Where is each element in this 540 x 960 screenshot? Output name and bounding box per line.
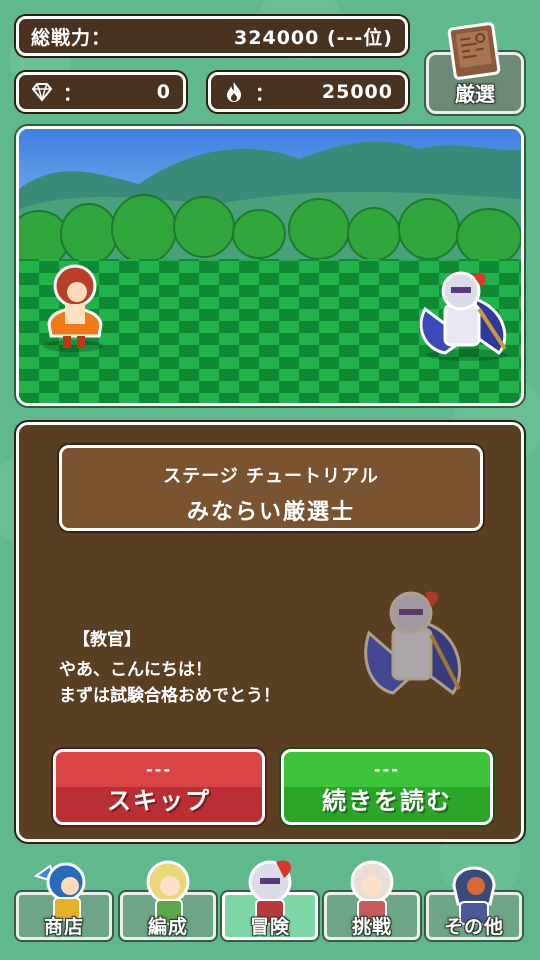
continue-dashes: --- [374, 760, 400, 779]
gems-value: 0 [156, 81, 171, 103]
tab-label: 商店 [43, 916, 84, 938]
speaker-name: 【教官】 [73, 630, 141, 650]
gems-bar: ： 0 [16, 72, 186, 112]
diamond-icon [31, 81, 53, 103]
tab-other[interactable]: その他 [424, 856, 524, 960]
tab-label: 挑戦 [351, 916, 392, 938]
dialog-line-2: まずは試験合格おめでとう！ [59, 686, 280, 706]
flame-icon [223, 81, 245, 103]
battle-scene [16, 126, 524, 406]
tab-challenge[interactable]: 挑戦 [322, 856, 422, 960]
tab-shop[interactable]: 商店 [14, 856, 114, 960]
skip-button[interactable]: --- スキップ [53, 749, 265, 825]
tab-adventure[interactable]: 冒険 [220, 856, 320, 960]
continue-label: 続きを読む [322, 787, 452, 815]
bottom-nav: 商店 編成 冒険 挑戦 その他 [0, 856, 540, 960]
total-power-bar: 総戦力： 324000 (---位) [16, 16, 408, 56]
gems-colon: ： [63, 82, 83, 105]
stage-title-box: ステージ チュートリアル みならい厳選士 [59, 445, 483, 531]
continue-button[interactable]: --- 続きを読む [281, 749, 493, 825]
skip-label: スキップ [107, 787, 211, 815]
skip-dashes: --- [146, 760, 172, 779]
stage-name: みならい厳選士 [186, 500, 355, 525]
flames-bar: ： 25000 [208, 72, 408, 112]
tab-label: 冒険 [249, 916, 290, 938]
gensen-label: 厳選 [455, 82, 495, 106]
book-icon [447, 22, 501, 80]
instructor-portrait [364, 591, 461, 696]
total-power-value: 324000 (---位) [234, 26, 393, 49]
stage-label: ステージ チュートリアル [163, 466, 379, 487]
tab-label: 編成 [147, 916, 188, 938]
dialog-line-1: やあ、こんにちは！ [59, 660, 212, 680]
tab-party[interactable]: 編成 [118, 856, 218, 960]
flames-colon: ： [255, 82, 275, 105]
tab-label: その他 [443, 916, 504, 938]
flames-value: 25000 [321, 81, 393, 103]
total-power-label: 総戦力： [31, 26, 112, 49]
dialog-panel: ステージ チュートリアル みならい厳選士 【教官】 やあ、こんにちは！ まずは試… [16, 422, 524, 842]
